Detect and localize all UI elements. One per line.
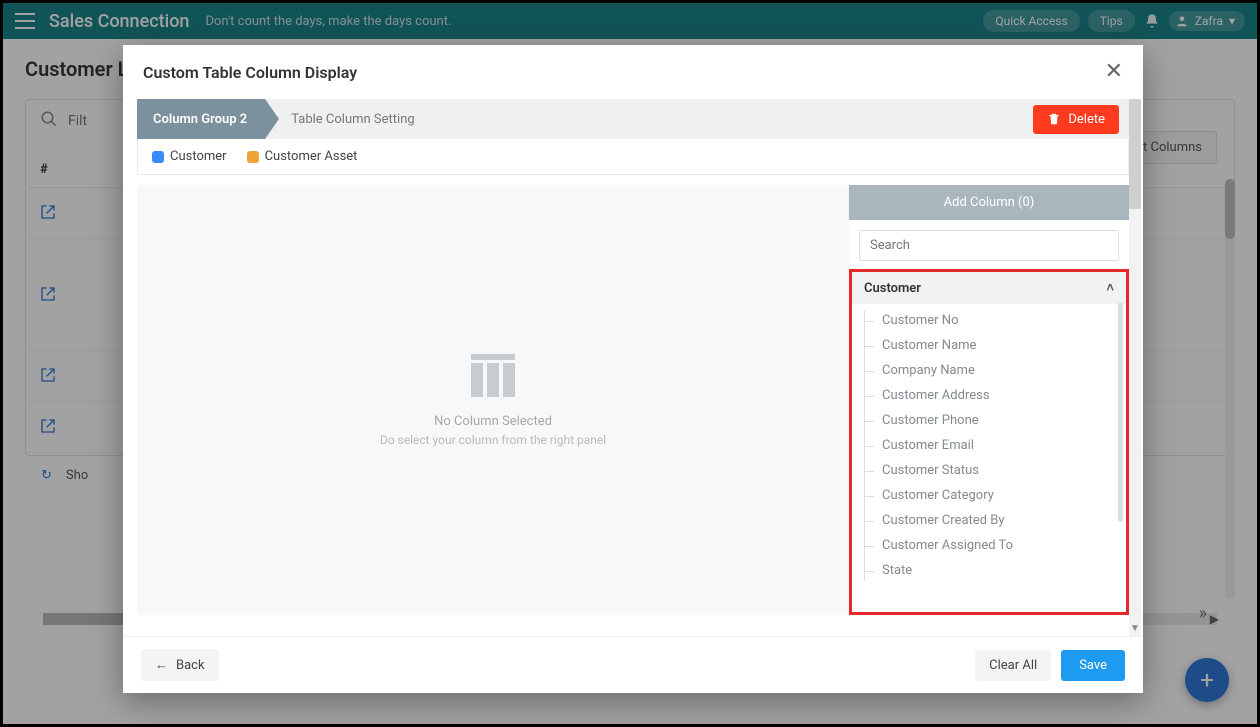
clear-all-button[interactable]: Clear All: [975, 650, 1051, 681]
tree-item[interactable]: Customer Phone: [864, 408, 1126, 433]
placeholder-sub: Do select your column from the right pan…: [380, 433, 606, 447]
tree-group-customer[interactable]: Customer ˄: [852, 272, 1126, 304]
tree-group-label: Customer: [864, 281, 921, 296]
annotation-badge: 10: [849, 269, 852, 293]
close-icon[interactable]: ✕: [1105, 61, 1123, 83]
tree-item[interactable]: State: [864, 558, 1126, 583]
tree-item[interactable]: Company Name: [864, 358, 1126, 383]
column-modal: Custom Table Column Display ✕ Column Gro…: [123, 45, 1143, 693]
modal-scrollbar[interactable]: ▼: [1129, 99, 1141, 636]
tree-scrollbar[interactable]: [1118, 302, 1123, 522]
column-tree: 10 Customer ˄ Customer NoCustomer NameCo…: [849, 269, 1129, 615]
chip-label: Customer: [170, 149, 227, 164]
chip-bar: Customer Customer Asset: [137, 139, 1129, 175]
arrow-left-icon: ←: [155, 657, 168, 673]
available-columns-pane: Add Column (0) 10 Customer ˄ Customer No…: [849, 185, 1129, 615]
tree-item[interactable]: Customer Assigned To: [864, 533, 1126, 558]
chip-color: [152, 151, 164, 163]
tree-item[interactable]: Customer Address: [864, 383, 1126, 408]
delete-button[interactable]: Delete: [1033, 105, 1119, 134]
tree-item[interactable]: Customer Email: [864, 433, 1126, 458]
tree-item[interactable]: Customer Status: [864, 458, 1126, 483]
crumb-table-setting[interactable]: Table Column Setting: [291, 112, 414, 127]
modal-title: Custom Table Column Display: [143, 63, 357, 82]
tree-item[interactable]: Customer Created By: [864, 508, 1126, 533]
chevron-up-icon: ˄: [1106, 280, 1114, 296]
back-button[interactable]: ← Back: [141, 649, 219, 681]
column-search-input[interactable]: [859, 230, 1119, 261]
trash-icon: [1047, 112, 1061, 126]
chip: Customer: [152, 149, 227, 164]
back-label: Back: [176, 658, 205, 673]
tree-item[interactable]: Customer Category: [864, 483, 1126, 508]
selected-columns-pane: No Column Selected Do select your column…: [137, 185, 849, 615]
chip-label: Customer Asset: [265, 149, 358, 164]
breadcrumb: Column Group 2 Table Column Setting Dele…: [137, 99, 1129, 139]
placeholder-title: No Column Selected: [434, 414, 552, 429]
tree-item[interactable]: Customer No: [864, 308, 1126, 333]
delete-label: Delete: [1068, 112, 1105, 127]
add-column-header: Add Column (0): [849, 185, 1129, 220]
chip-color: [247, 151, 259, 163]
chip: Customer Asset: [247, 149, 358, 164]
crumb-column-group[interactable]: Column Group 2: [137, 99, 265, 139]
save-button[interactable]: Save: [1061, 650, 1125, 681]
tree-item[interactable]: Customer Name: [864, 333, 1126, 358]
